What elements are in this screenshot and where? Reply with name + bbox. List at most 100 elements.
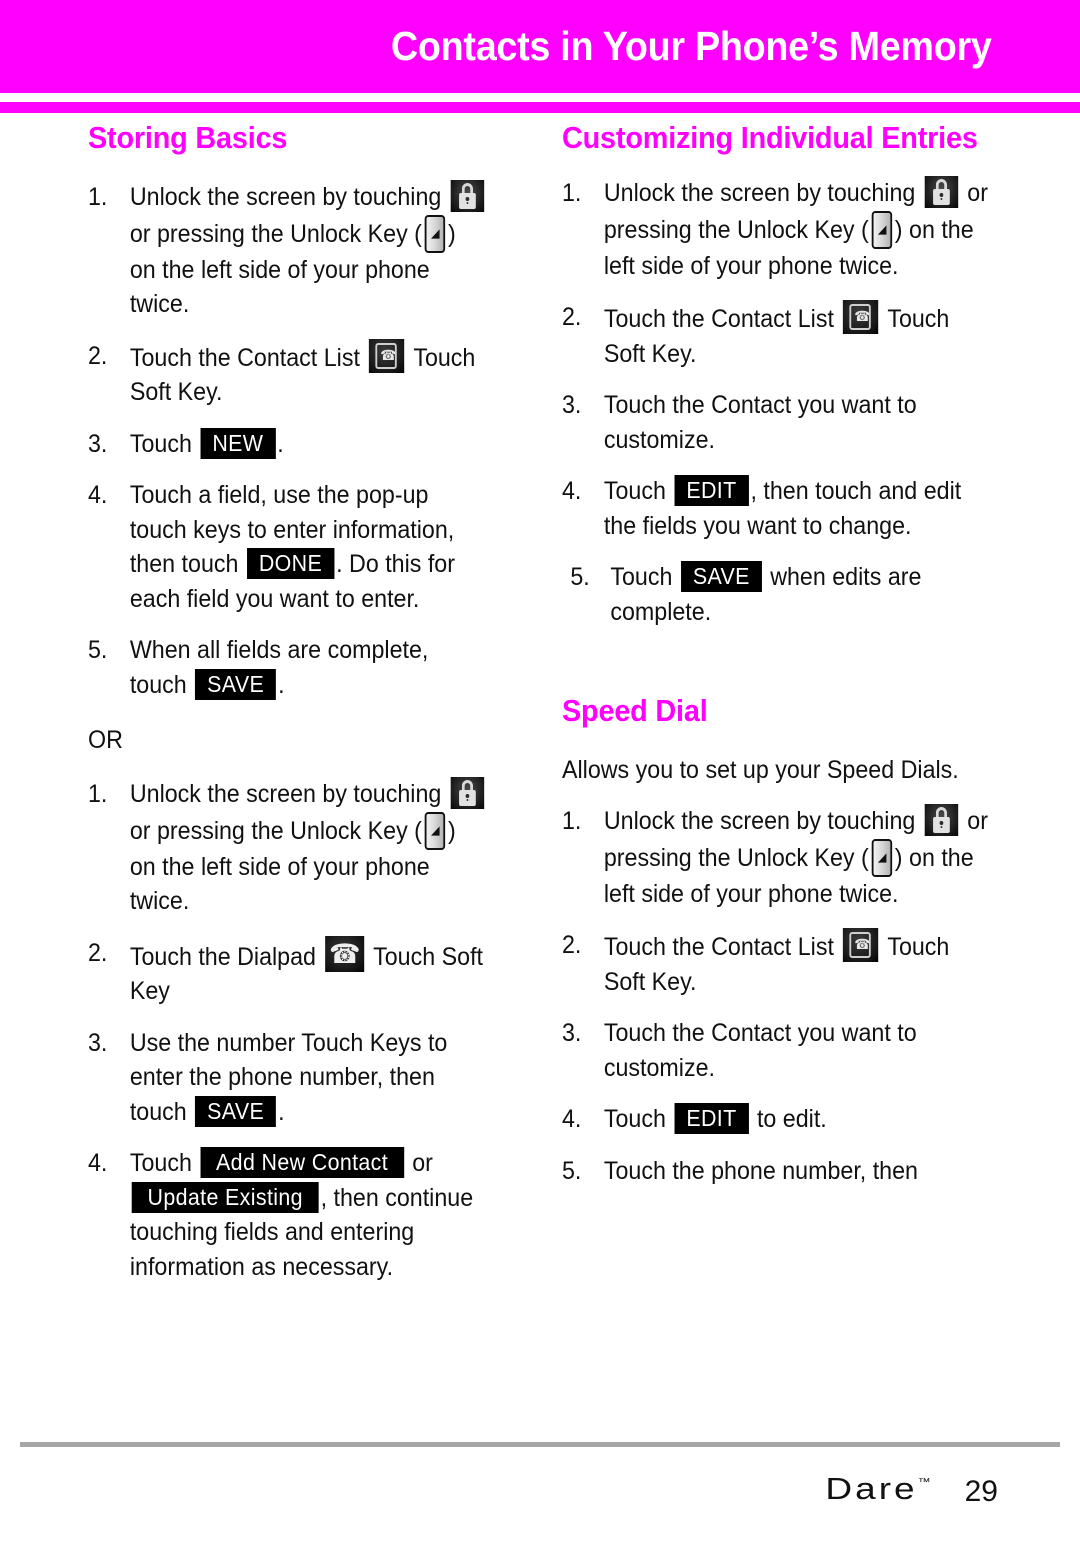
step-text: Touch the Contact you want to customize. — [603, 1019, 917, 1082]
step-text: . — [278, 670, 285, 699]
step-text: or pressing the Unlock Key ( — [129, 219, 422, 248]
instruction-step: 4. Touch EDIT to edit. — [562, 1102, 990, 1137]
soft-key-new[interactable]: NEW — [200, 427, 276, 459]
step-text: Touch — [129, 1149, 199, 1178]
lock-body — [932, 189, 950, 206]
trademark-symbol: ™ — [917, 1475, 931, 1489]
header-accent-stripe — [0, 102, 1080, 113]
page-footer: Dare™ 29 — [0, 1468, 1080, 1510]
step-text: . — [277, 429, 284, 458]
instruction-step: 2. Touch the Contact List ☎ Touch Soft Ke… — [88, 338, 488, 410]
instruction-step: 3. Touch NEW. — [88, 427, 488, 462]
step-text: Touch the Contact List — [603, 933, 841, 962]
step-text: Use the number Touch Keys to enter the p… — [129, 1028, 448, 1126]
unlock-key-glyph: ◢ — [878, 223, 887, 236]
step-text: or — [405, 1149, 433, 1178]
instruction-step: 4. Touch EDIT, then touch and edit the fi… — [562, 474, 990, 543]
lock-keyhole — [465, 197, 470, 202]
unlock-key-glyph: ◢ — [878, 851, 887, 864]
lock-body — [458, 193, 476, 210]
brand-wordmark: Dare — [825, 1471, 918, 1506]
or-separator-label: OR — [88, 726, 123, 755]
instruction-step: 3. Touch the Contact you want to customiz… — [562, 1016, 990, 1085]
unlock-key-glyph: ◢ — [431, 824, 440, 837]
soft-key-edit[interactable]: EDIT — [674, 1103, 749, 1135]
dare-brand-logo: Dare™ — [825, 1472, 930, 1506]
step-text: Touch the phone number, then — [603, 1156, 918, 1185]
soft-key-save[interactable]: SAVE — [680, 561, 762, 593]
step-text: Unlock the screen by touching — [603, 179, 922, 208]
step-number: 4. — [562, 477, 582, 506]
instruction-step: 5. When all fields are complete, touch SA… — [88, 633, 488, 702]
instruction-step: 4. Touch a field, use the pop-up touch ke… — [88, 478, 488, 616]
instruction-step: 1. Unlock the screen by touching or press… — [88, 180, 488, 322]
phone-handset-glyph: ☎ — [854, 308, 871, 325]
step-number: 4. — [562, 1105, 582, 1134]
step-text: Unlock the screen by touching — [129, 780, 448, 809]
phone-handset-glyph: ☎ — [380, 346, 397, 363]
page-title: Contacts in Your Phone’s Memory — [391, 23, 992, 69]
step-number: 5. — [570, 563, 590, 592]
step-number: 4. — [88, 1149, 108, 1178]
step-number: 2. — [88, 938, 108, 967]
step-text: Touch the Contact you want to customize. — [603, 391, 917, 454]
instruction-step: 1. Unlock the screen by touching or press… — [88, 777, 488, 919]
soft-key-save[interactable]: SAVE — [195, 668, 277, 700]
lock-icon — [924, 176, 959, 209]
section-heading-customizing-individual-entries: Customizing Individual Entries — [562, 120, 978, 155]
step-text: to edit. — [750, 1105, 827, 1134]
soft-key-edit[interactable]: EDIT — [674, 475, 749, 507]
lock-body — [932, 817, 950, 834]
lock-icon — [924, 804, 959, 837]
step-text: Unlock the screen by touching — [603, 807, 922, 836]
contact-list-icon: ☎ — [843, 300, 879, 335]
section-heading-speed-dial: Speed Dial — [562, 693, 708, 729]
step-text: Touch the Contact List — [129, 343, 367, 372]
soft-key-update-existing[interactable]: Update Existing — [131, 1181, 319, 1213]
lock-keyhole — [939, 193, 944, 198]
step-number: 1. — [88, 780, 108, 809]
step-number: 3. — [88, 1028, 108, 1057]
soft-key-save[interactable]: SAVE — [195, 1095, 277, 1127]
footer-divider — [20, 1442, 1060, 1447]
instruction-step: 4. Touch Add New Contact or Update Existi… — [88, 1146, 488, 1284]
contact-list-icon: ☎ — [369, 338, 405, 373]
step-text: Touch — [129, 429, 199, 458]
customizing-entries-steps: 1. Unlock the screen by touching or press… — [562, 176, 1022, 629]
unlock-key-icon: ◢ — [424, 214, 446, 253]
left-column: Storing Basics 1. Unlock the screen by to… — [0, 118, 540, 1301]
step-number: 4. — [88, 481, 108, 510]
page-header-band: Contacts in Your Phone’s Memory — [0, 0, 1080, 93]
content-columns: Storing Basics 1. Unlock the screen by to… — [0, 118, 1080, 1301]
lock-keyhole — [465, 794, 470, 799]
phone-handset-glyph: ☎ — [329, 938, 361, 969]
step-number: 1. — [562, 179, 582, 208]
instruction-step: 3. Use the number Touch Keys to enter the… — [88, 1026, 488, 1130]
lock-keyhole — [939, 821, 944, 826]
unlock-key-icon: ◢ — [424, 811, 446, 850]
step-text: . — [278, 1097, 285, 1126]
speed-dial-intro: Allows you to set up your Speed Dials. — [562, 755, 959, 784]
instruction-step: 3. Touch the Contact you want to customiz… — [562, 388, 990, 457]
section-heading-storing-basics: Storing Basics — [88, 120, 288, 155]
step-number: 1. — [562, 807, 582, 836]
soft-key-add-new-contact[interactable]: Add New Contact — [200, 1147, 404, 1179]
instruction-step: 2. Touch the Dialpad ☎ Touch Soft Key — [88, 935, 488, 1009]
step-text: Touch the Dialpad — [129, 942, 323, 971]
step-number: 3. — [562, 391, 582, 420]
lock-icon — [450, 777, 485, 810]
instruction-step: 2. Touch the Contact List ☎ Touch Soft Ke… — [562, 928, 990, 999]
step-number: 5. — [562, 1156, 582, 1185]
instruction-step: 5. Touch the phone number, then — [562, 1154, 990, 1189]
dialpad-icon: ☎ — [325, 935, 365, 972]
step-number: 5. — [88, 636, 108, 665]
soft-key-done[interactable]: DONE — [246, 548, 335, 580]
step-text: Unlock the screen by touching — [129, 183, 448, 212]
speed-dial-steps: 1. Unlock the screen by touching or press… — [562, 804, 1022, 1188]
step-number: 3. — [562, 1019, 582, 1048]
page-number: 29 — [964, 1475, 998, 1508]
contact-list-icon: ☎ — [843, 928, 879, 963]
step-text: Touch the Contact List — [603, 305, 841, 334]
storing-basics-steps-alternate: 1. Unlock the screen by touching or press… — [88, 777, 518, 1284]
storing-basics-steps-primary: 1. Unlock the screen by touching or press… — [88, 180, 518, 702]
